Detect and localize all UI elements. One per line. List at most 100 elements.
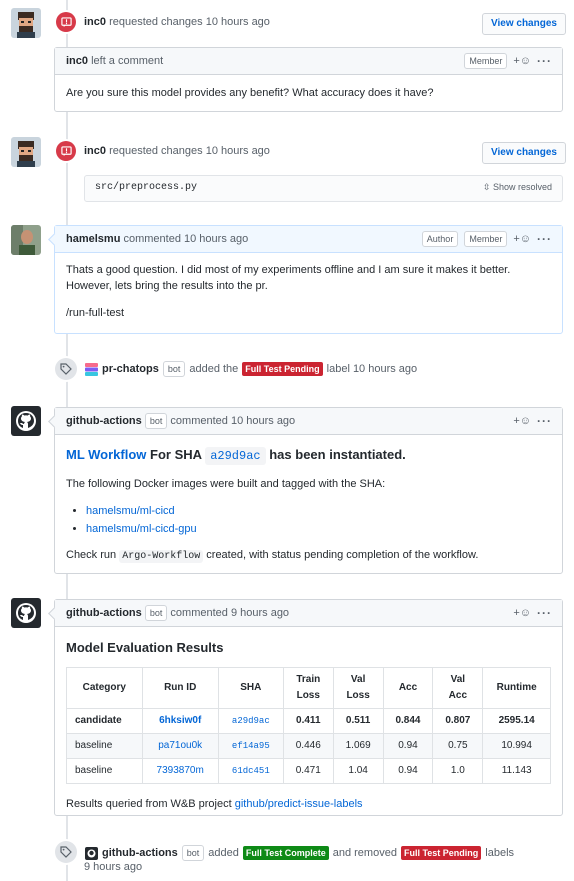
label-event-1: pr-chatops bot added the Full Test Pendi…	[85, 361, 417, 377]
table-cell: 0.75	[432, 733, 484, 759]
run-id-link[interactable]: 6hksiw0f	[141, 708, 219, 734]
table-cell: 11.143	[482, 758, 551, 784]
author-badge: Author	[421, 231, 459, 247]
column-header: Runtime	[482, 667, 551, 709]
member-badge: Member	[464, 53, 508, 69]
more-options-icon[interactable]: ···	[537, 600, 552, 626]
heading-text: For SHA	[150, 447, 202, 462]
comment-meta: commented 9 hours ago	[170, 607, 290, 619]
table-cell: 1.069	[332, 733, 384, 759]
pr-chatops-avatar[interactable]	[85, 362, 98, 376]
comment-body: Model Evaluation Results Category Run ID…	[55, 627, 562, 822]
label-full-test-pending[interactable]: Full Test Pending	[400, 846, 482, 860]
table-cell: candidate	[66, 708, 143, 734]
view-changes-button[interactable]: View changes	[482, 142, 566, 164]
wandb-project-link[interactable]: github/predict-issue-labels	[235, 798, 363, 810]
comment-inc0: inc0 left a comment Member +☺ ··· Are yo…	[54, 47, 563, 112]
user-link[interactable]: github-actions	[66, 607, 142, 619]
table-cell: 0.511	[332, 708, 384, 734]
table-cell: 0.446	[282, 733, 334, 759]
image-link[interactable]: hamelsmu/ml-cicd-gpu	[86, 523, 197, 535]
table-cell: 0.94	[382, 758, 434, 784]
label-event-2-time[interactable]: 9 hours ago	[84, 861, 142, 873]
check-run-post: created, with status pending completion …	[206, 549, 479, 561]
add-reaction-icon[interactable]: +☺	[513, 48, 531, 74]
add-reaction-icon[interactable]: +☺	[513, 600, 531, 626]
avatar-github-actions[interactable]	[11, 598, 41, 628]
sha-link[interactable]: 61dc451	[217, 758, 284, 784]
review-file-row[interactable]: src/preprocess.py ⇳ Show resolved	[84, 175, 563, 202]
table-row: baseline pa71ou0k ef14a95 0.446 1.069 0.…	[66, 733, 551, 759]
footer-text: Results queried from W&B project	[66, 798, 232, 810]
review-event-2: inc0 requested changes 10 hours ago	[84, 145, 270, 157]
user-link[interactable]: github-actions	[66, 415, 142, 427]
sha-link[interactable]: a29d9ac	[217, 708, 284, 734]
column-header: Category	[66, 667, 143, 709]
comment-github-actions-2: github-actions bot commented 9 hours ago…	[48, 599, 563, 816]
tag-icon	[55, 841, 77, 863]
comment-meta: commented 10 hours ago	[123, 233, 249, 245]
comment-line: However, lets bring the results into the…	[66, 280, 268, 292]
event-text: label 10 hours ago	[326, 363, 418, 375]
user-link[interactable]: inc0	[66, 55, 88, 67]
avatar-inc0[interactable]	[11, 137, 41, 167]
table-cell: 0.807	[432, 708, 484, 734]
image-link[interactable]: hamelsmu/ml-cicd	[86, 505, 175, 517]
comment-meta: left a comment	[91, 55, 164, 67]
comment-hamelsmu: hamelsmu commented 10 hours ago Author M…	[48, 225, 563, 334]
comment-header: inc0 left a comment Member +☺ ···	[55, 48, 562, 75]
bot-badge: bot	[181, 845, 205, 861]
bot-badge: bot	[144, 413, 168, 429]
user-link[interactable]: inc0	[84, 16, 106, 28]
event-text: added	[208, 847, 239, 859]
table-cell: 0.411	[282, 708, 334, 734]
view-changes-button[interactable]: View changes	[482, 13, 566, 35]
show-resolved-toggle[interactable]: ⇳ Show resolved	[483, 182, 552, 193]
run-id-link[interactable]: pa71ou0k	[141, 733, 219, 759]
user-link[interactable]: hamelsmu	[66, 233, 120, 245]
comment-header: hamelsmu commented 10 hours ago Author M…	[55, 226, 562, 253]
argo-workflow-code: Argo-Workflow	[119, 550, 204, 563]
add-reaction-icon[interactable]: +☺	[513, 226, 531, 252]
column-header: Run ID	[141, 667, 219, 709]
heading-text: has been instantiated.	[269, 447, 406, 462]
more-options-icon[interactable]: ···	[537, 408, 552, 434]
column-header: Val Loss	[332, 667, 384, 709]
ml-workflow-link[interactable]: ML Workflow	[66, 447, 146, 462]
request-changes-icon	[56, 12, 76, 32]
comment-header: github-actions bot commented 9 hours ago…	[55, 600, 562, 627]
more-options-icon[interactable]: ···	[537, 226, 552, 252]
review-event-1: inc0 requested changes 10 hours ago	[84, 16, 270, 28]
avatar-github-actions[interactable]	[11, 406, 41, 436]
comment-body: Are you sure this model provides any ben…	[66, 87, 434, 99]
comment-body: Thats a good question. I did most of my …	[55, 253, 562, 331]
comment-line: Thats a good question. I did most of my …	[66, 264, 511, 276]
user-link[interactable]: github-actions	[102, 847, 178, 859]
table-cell: baseline	[66, 733, 143, 759]
avatar-inc0[interactable]	[11, 8, 41, 38]
github-actions-avatar-small[interactable]	[85, 846, 98, 860]
avatar-hamelsmu[interactable]	[11, 225, 41, 255]
comment-line: /run-full-test	[66, 307, 125, 319]
workflow-heading: ML Workflow For SHA a29d9ac has been ins…	[66, 445, 551, 466]
request-changes-icon	[56, 141, 76, 161]
run-id-link[interactable]: 7393870m	[141, 758, 219, 784]
bot-badge: bot	[144, 605, 168, 621]
column-header: Val Acc	[432, 667, 484, 709]
label-full-test-pending[interactable]: Full Test Pending	[242, 362, 323, 376]
sha-link[interactable]: a29d9ac	[205, 447, 266, 465]
image-list: hamelsmu/ml-cicd hamelsmu/ml-cicd-gpu	[66, 502, 551, 538]
add-reaction-icon[interactable]: +☺	[513, 408, 531, 434]
table-cell: 0.471	[282, 758, 334, 784]
check-run-pre: Check run	[66, 549, 117, 561]
user-link[interactable]: pr-chatops	[102, 363, 159, 375]
more-options-icon[interactable]: ···	[537, 48, 552, 74]
column-header: Acc	[382, 667, 434, 709]
label-event-2: github-actions bot added Full Test Compl…	[85, 845, 514, 861]
user-link[interactable]: inc0	[84, 145, 106, 157]
label-full-test-complete[interactable]: Full Test Complete	[242, 846, 329, 860]
sha-link[interactable]: ef14a95	[217, 733, 284, 759]
file-path[interactable]: src/preprocess.py	[95, 182, 197, 193]
column-header: SHA	[217, 667, 284, 709]
table-cell: 2595.14	[482, 708, 551, 734]
